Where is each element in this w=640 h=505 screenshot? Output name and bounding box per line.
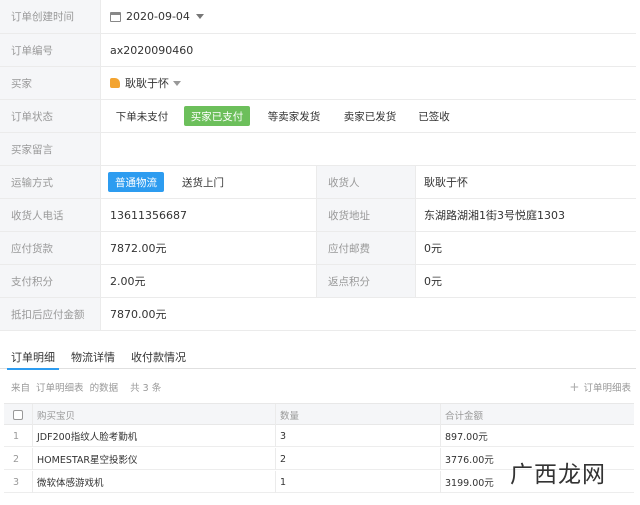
final-amount-value: 7870.00元 — [110, 308, 167, 321]
row-order-status: 订单状态 下单未支付 买家已支付 等卖家发货 卖家已发货 已签收 — [0, 100, 636, 133]
source-suffix: 的数据 — [89, 383, 119, 394]
postage-label: 应付邮费 — [316, 232, 416, 264]
tab-payments[interactable]: 收付款情况 — [131, 344, 186, 369]
row-buyer: 买家 耿耿于怀 — [0, 67, 636, 100]
postage-value: 0元 — [424, 242, 442, 255]
thumbs-up-icon — [110, 78, 120, 88]
status-option-signed[interactable]: 已签收 — [412, 106, 456, 126]
tab-order-detail[interactable]: 订单明细 — [7, 344, 59, 370]
status-option-shipped[interactable]: 卖家已发货 — [338, 106, 402, 126]
row-buyer-message: 买家留言 — [0, 133, 636, 166]
points-label: 支付积分 — [0, 265, 101, 297]
phone-label: 收货人电话 — [0, 199, 101, 231]
goods-payment-label: 应付货款 — [0, 232, 101, 264]
row-phone: 收货人电话 13611356687 收货地址 东湖路湖湘1街3号悦庭1303 — [0, 199, 636, 232]
row-item: 微软体感游戏机 — [37, 478, 104, 489]
created-time-value: 2020-09-04 — [126, 10, 190, 23]
plus-icon: + — [569, 380, 580, 394]
row-count: 共 3 条 — [130, 383, 162, 394]
status-option-unpaid[interactable]: 下单未支付 — [110, 106, 174, 126]
order-number-label: 订单编号 — [0, 34, 101, 66]
rebate-value: 0元 — [424, 275, 442, 288]
address-value: 东湖路湖湘1街3号悦庭1303 — [424, 209, 565, 222]
table-row[interactable]: 1 JDF200指纹人脸考勤机 3 897.00元 — [4, 425, 634, 447]
header-qty: 数量 — [280, 411, 300, 422]
row-goods-payment: 应付货款 7872.00元 应付邮费 0元 — [0, 232, 636, 265]
select-all-checkbox[interactable] — [13, 410, 23, 420]
row-index: 3 — [13, 476, 20, 488]
calendar-icon — [110, 11, 121, 22]
row-qty: 2 — [280, 453, 287, 465]
points-value: 2.00元 — [110, 275, 146, 288]
source-prefix: 来自 — [11, 383, 31, 394]
order-status-label: 订单状态 — [0, 100, 101, 132]
final-amount-label: 抵扣后应付金额 — [0, 298, 101, 330]
row-order-number: 订单编号 ax2020090460 — [0, 34, 636, 67]
row-item: HOMESTAR星空投影仪 — [37, 455, 138, 466]
tab-logistics[interactable]: 物流详情 — [71, 344, 115, 369]
shipping-option-door[interactable]: 送货上门 — [174, 172, 232, 192]
buyer-value: 耿耿于怀 — [125, 77, 169, 90]
status-option-awaiting-shipment[interactable]: 等卖家发货 — [262, 106, 326, 126]
row-created-time: 订单创建时间 2020-09-04 — [0, 0, 636, 34]
header-item: 购买宝贝 — [37, 411, 76, 422]
order-number-value: ax2020090460 — [110, 43, 194, 57]
row-shipping: 运输方式 普通物流 送货上门 收货人 耿耿于怀 — [0, 166, 636, 199]
watermark: 广西龙网 — [510, 462, 606, 488]
select-all-cell — [8, 404, 32, 426]
row-points: 支付积分 2.00元 返点积分 0元 — [0, 265, 636, 298]
header-total: 合计金额 — [445, 411, 484, 422]
buyer-label: 买家 — [0, 67, 101, 99]
phone-value: 13611356687 — [110, 208, 187, 222]
goods-payment-value: 7872.00元 — [110, 242, 167, 255]
detail-tabs: 订单明细 物流详情 收付款情况 — [0, 344, 636, 370]
buyer-message-label: 买家留言 — [0, 133, 101, 165]
buyer-select[interactable]: 耿耿于怀 — [110, 67, 181, 99]
add-detail-button[interactable]: + 订单明细表 — [569, 380, 631, 394]
add-detail-label: 订单明细表 — [583, 383, 631, 394]
table-header: 购买宝贝 数量 合计金额 — [4, 403, 634, 426]
row-item: JDF200指纹人脸考勤机 — [37, 432, 138, 443]
receiver-label: 收货人 — [316, 166, 416, 198]
chevron-down-icon — [173, 80, 181, 86]
source-table-name[interactable]: 订单明细表 — [36, 383, 84, 394]
date-picker[interactable]: 2020-09-04 — [110, 0, 204, 33]
row-qty: 1 — [280, 476, 287, 488]
address-label: 收货地址 — [316, 199, 416, 231]
row-qty: 3 — [280, 430, 287, 442]
shipping-option-standard[interactable]: 普通物流 — [108, 172, 164, 192]
shipping-label: 运输方式 — [0, 166, 101, 198]
created-time-label: 订单创建时间 — [0, 0, 101, 33]
rebate-label: 返点积分 — [316, 265, 416, 297]
chevron-down-icon — [195, 14, 204, 19]
row-final-amount: 抵扣后应付金额 7870.00元 — [0, 298, 636, 331]
row-index: 2 — [13, 453, 20, 465]
receiver-value: 耿耿于怀 — [424, 176, 468, 189]
status-option-paid[interactable]: 买家已支付 — [184, 106, 250, 126]
row-total: 897.00元 — [445, 432, 488, 443]
row-index: 1 — [13, 430, 20, 442]
data-source-line: 来自 订单明细表 的数据 共 3 条 — [11, 380, 164, 394]
